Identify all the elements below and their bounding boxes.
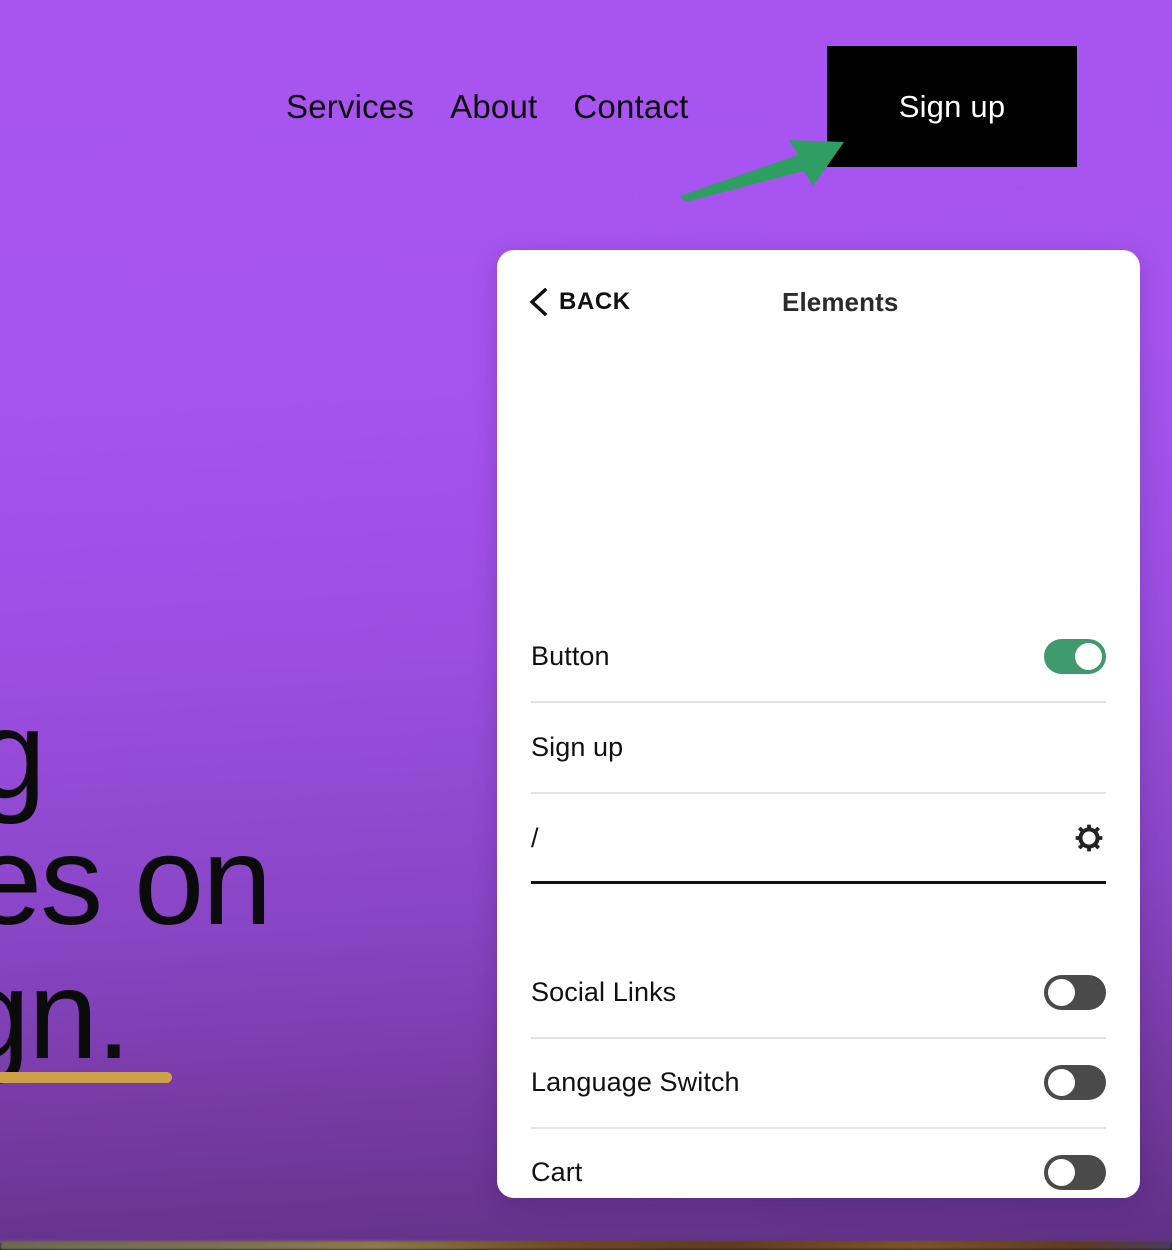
settings-row-button-label: Button [531, 640, 610, 671]
settings-row-social-links-label: Social Links [531, 976, 677, 1007]
settings-row-button-link[interactable]: / [531, 793, 1106, 883]
row-divider-active [531, 881, 1106, 884]
toggle-language-switch[interactable] [1044, 1064, 1106, 1100]
back-button[interactable]: BACK [528, 288, 631, 316]
bottom-edge-strip [0, 1241, 1172, 1250]
button-link-input[interactable]: / [531, 823, 539, 854]
hero-headline-line-3: gn. [0, 944, 131, 1085]
toggle-button[interactable] [1044, 638, 1106, 674]
site-navigation: Services About Contact [286, 88, 689, 126]
nav-link-contact[interactable]: Contact [573, 88, 688, 126]
toggle-knob [1048, 1068, 1075, 1096]
toggle-knob [1048, 1158, 1075, 1186]
toggle-knob [1048, 978, 1075, 1006]
chevron-left-icon [529, 288, 548, 316]
hero-headline-line-2: es on [0, 810, 272, 951]
settings-row-language-switch-label: Language Switch [531, 1066, 740, 1097]
back-button-label: BACK [559, 288, 631, 315]
settings-row-social-links[interactable]: Social Links [531, 947, 1106, 1037]
nav-link-services[interactable]: Services [286, 88, 414, 126]
hero-headline-line-1: g [0, 684, 46, 825]
settings-row-button[interactable]: Button [531, 611, 1106, 701]
hero-underline-stroke [0, 1072, 172, 1083]
toggle-knob [1075, 642, 1102, 670]
signup-button[interactable]: Sign up [827, 46, 1077, 167]
screenshot-stage: g es on gn. Services About Contact Sign … [0, 0, 1172, 1250]
panel-title: Elements [782, 287, 899, 317]
panel-header: BACK Elements [497, 250, 1140, 360]
settings-row-language-switch[interactable]: Language Switch [531, 1037, 1106, 1127]
elements-settings-panel: BACK Elements Button Sign up / Social Li… [497, 250, 1140, 1198]
nav-link-about[interactable]: About [450, 88, 537, 126]
toggle-cart[interactable] [1044, 1154, 1106, 1190]
settings-row-button-text[interactable]: Sign up [531, 702, 1106, 792]
settings-row-cart-label: Cart [531, 1156, 583, 1187]
arrow-to-signup-button-icon [680, 140, 844, 202]
toggle-social-links[interactable] [1044, 974, 1106, 1010]
settings-row-cart[interactable]: Cart [531, 1127, 1106, 1198]
button-text-input[interactable]: Sign up [531, 732, 623, 763]
gear-icon[interactable] [1072, 821, 1106, 855]
